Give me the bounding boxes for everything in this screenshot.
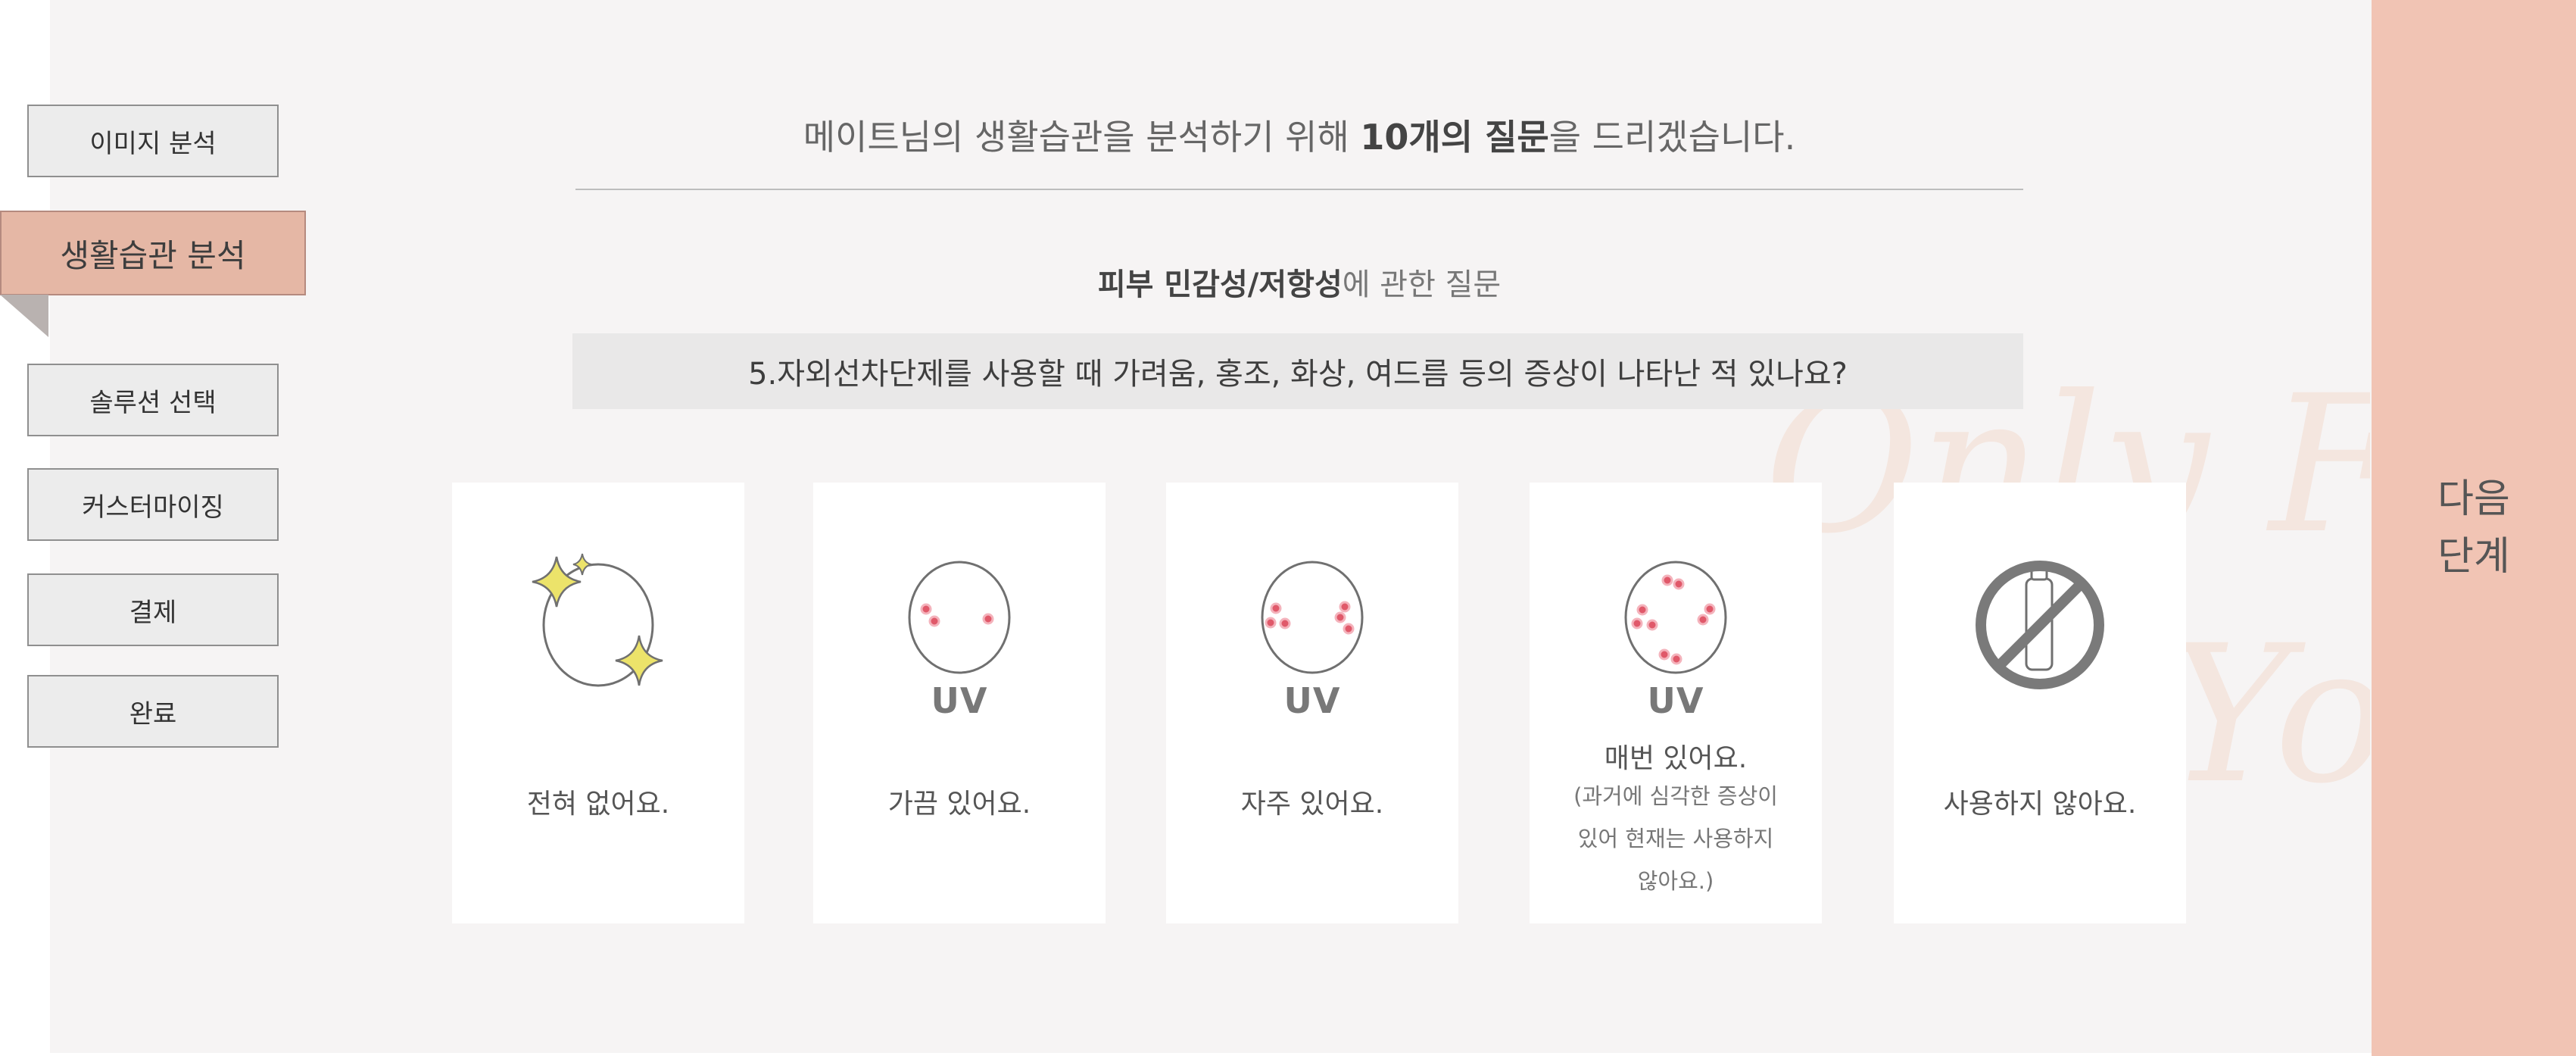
step-label: 생활습관 분석: [60, 236, 246, 274]
step-solution-select[interactable]: 솔루션 선택: [27, 364, 279, 436]
next-step-label-line1: 다음: [2437, 476, 2510, 522]
option-label: 전혀 없어요.: [526, 789, 670, 820]
step-customizing[interactable]: 커스터마이징: [27, 468, 279, 541]
heading-divider: [575, 189, 2023, 190]
option-note-line: 않아요.): [1637, 868, 1714, 894]
step-image-analysis[interactable]: 이미지 분석: [27, 105, 279, 177]
option-label: 사용하지 않아요.: [1943, 789, 2137, 820]
option-note: (과거에 심각한 증상이 있어 현재는 사용하지 않아요.): [1545, 775, 1807, 902]
uv-badge: UV: [931, 680, 988, 721]
step-label: 이미지 분석: [89, 128, 217, 159]
option-card-never[interactable]: 전혀 없어요.: [452, 483, 744, 923]
option-note-line: (과거에 심각한 증상이: [1573, 783, 1778, 809]
option-label: 매번 있어요.: [1604, 743, 1748, 774]
next-step-button[interactable]: 다음 단계: [2372, 0, 2576, 1056]
option-label: 자주 있어요.: [1240, 789, 1384, 820]
uv-badge: UV: [1647, 680, 1704, 721]
question-text: 5.자외선차단제를 사용할 때 가려움, 홍조, 화상, 여드름 등의 증상이 …: [748, 357, 1848, 392]
heading-emphasis: 10개의 질문: [1360, 117, 1549, 158]
question-box: 5.자외선차단제를 사용할 때 가려움, 홍조, 화상, 여드름 등의 증상이 …: [572, 333, 2023, 409]
option-note-line: 있어 현재는 사용하지: [1577, 826, 1774, 851]
question-category: 피부 민감성/저항성에 관한 질문: [1097, 267, 1502, 302]
option-card-always[interactable]: UV 매번 있어요. (과거에 심각한 증상이 있어 현재는 사용하지 않아요.…: [1530, 483, 1822, 923]
step-label: 결제: [129, 597, 177, 628]
page-heading: 메이트님의 생활습관을 분석하기 위해 10개의 질문을 드리겠습니다.: [803, 117, 1796, 158]
step-label: 커스터마이징: [82, 492, 224, 523]
next-step-label-line2: 단계: [2437, 534, 2510, 580]
tab-fold-decoration: [0, 295, 48, 337]
step-label: 솔루션 선택: [89, 387, 217, 418]
step-payment[interactable]: 결제: [27, 573, 279, 646]
option-card-not-used[interactable]: 사용하지 않아요.: [1894, 483, 2186, 923]
uv-badge: UV: [1283, 680, 1341, 721]
sparkle-clear-face-icon: [532, 553, 663, 687]
option-card-often[interactable]: UV 자주 있어요.: [1166, 483, 1458, 923]
step-complete[interactable]: 완료: [27, 675, 279, 748]
option-card-sometimes[interactable]: UV 가끔 있어요.: [813, 483, 1106, 923]
no-sunscreen-icon: [1976, 561, 2104, 689]
step-label: 완료: [129, 698, 177, 730]
option-label: 가끔 있어요.: [887, 789, 1031, 820]
step-lifestyle-analysis[interactable]: 생활습관 분석: [0, 211, 306, 295]
category-topic: 피부 민감성/저항성: [1097, 267, 1343, 302]
